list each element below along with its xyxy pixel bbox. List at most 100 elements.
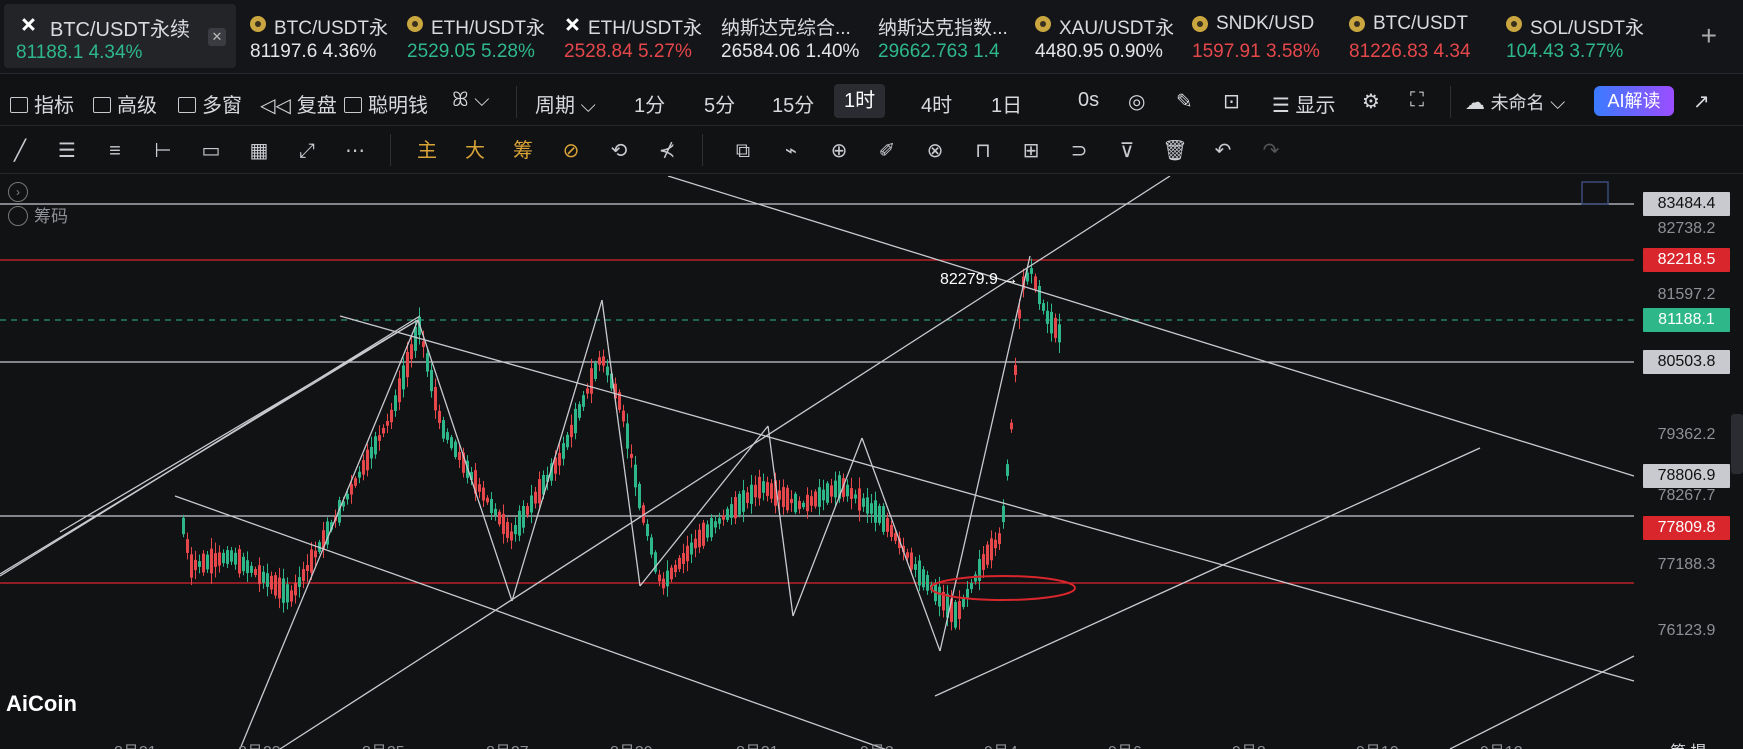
- candle-body: [974, 574, 977, 582]
- candle-body: [694, 538, 697, 549]
- candle-body: [578, 404, 581, 418]
- candle-body: [370, 446, 373, 459]
- filter-icon[interactable]: ⊽: [1114, 138, 1140, 164]
- indicators-button[interactable]: 指标: [10, 89, 74, 118]
- price-chart[interactable]: › 筹码 82279.9 → AiCoin 83484.4 82218.5 8118…: [0, 176, 1743, 749]
- share-icon[interactable]: ↗: [1693, 89, 1710, 114]
- ticker-tab[interactable]: ETH/USDT永 2528.84 5.27%: [560, 0, 717, 70]
- replay-button[interactable]: ◁◁ 复盘: [260, 89, 337, 118]
- chip-indicator-label[interactable]: 筹码: [8, 202, 68, 227]
- hide-drawings-icon[interactable]: ⊗: [922, 138, 948, 164]
- box-marker: [1581, 181, 1609, 205]
- ruler-icon[interactable]: ▦: [246, 138, 272, 164]
- interval-2[interactable]: 15分: [772, 89, 814, 118]
- candle-body: [830, 485, 833, 497]
- ticker-price: 81188.1 4.34%: [16, 42, 142, 64]
- trend-line-icon[interactable]: ╱: [7, 138, 33, 164]
- ticker-tab[interactable]: 纳斯达克综合... 26584.06 1.40%: [717, 0, 874, 70]
- ticker-tab[interactable]: SOL/USDT永 104.43 3.77%: [1502, 0, 1659, 70]
- undo-icon[interactable]: ↶: [1210, 138, 1236, 164]
- add-panel-icon[interactable]: ⊡: [1223, 89, 1240, 114]
- candle-body: [414, 326, 417, 351]
- candle-body: [270, 575, 273, 590]
- candle-body: [530, 495, 533, 513]
- zoom-in-icon[interactable]: ⊕: [826, 138, 852, 164]
- period-dropdown[interactable]: 周期 ⌵: [535, 89, 596, 118]
- interval-1[interactable]: 5分: [704, 89, 735, 118]
- interval-4[interactable]: 4时: [921, 89, 952, 118]
- parallel-lines-icon[interactable]: ☰: [54, 138, 80, 164]
- arrow-line-icon[interactable]: ⤢: [294, 138, 320, 164]
- ticker-name: BTC/USDT永: [274, 18, 389, 39]
- ticker-change: 4.36%: [322, 41, 377, 62]
- redo-icon[interactable]: ↷: [1258, 138, 1284, 164]
- ticker-price-value: 26584.06: [721, 41, 806, 62]
- date-label: 9月8: [1232, 738, 1266, 749]
- main-toggle[interactable]: 主: [414, 138, 440, 164]
- chips-toggle[interactable]: 筹: [510, 138, 536, 164]
- ticker-tab[interactable]: XAU/USDT永 4480.95 0.90%: [1031, 0, 1188, 70]
- rectangle-icon[interactable]: ▭: [198, 138, 224, 164]
- camera-icon[interactable]: ◎: [1128, 89, 1145, 114]
- trash-icon[interactable]: 🗑: [1162, 138, 1188, 164]
- more-tools-icon[interactable]: ⋯: [342, 138, 368, 164]
- interval-5[interactable]: 1日: [991, 89, 1022, 118]
- settings-icon[interactable]: ⚙: [1362, 89, 1380, 114]
- fullscreen-icon[interactable]: ⛶: [1410, 89, 1424, 112]
- candle-body: [258, 565, 261, 585]
- multi-window-button[interactable]: 多窗: [178, 89, 242, 118]
- candle-body: [222, 552, 225, 564]
- ticker-tab[interactable]: 纳斯达克指数... 29662.763 1.4: [874, 0, 1031, 70]
- chevron-down-icon: ⌵: [580, 95, 596, 117]
- display-button[interactable]: ☰ 显示: [1272, 89, 1336, 118]
- lock-icon[interactable]: ⊓: [970, 138, 996, 164]
- chart-canvas[interactable]: [0, 176, 1743, 749]
- ticker-tab[interactable]: BTC/USDT永 81197.6 4.36%: [246, 0, 403, 70]
- ticker-tab[interactable]: BTC/USDT 81226.83 4.34: [1345, 0, 1502, 70]
- sync-icon[interactable]: ⟲: [606, 138, 632, 164]
- candle-body: [734, 497, 737, 519]
- candle-body: [202, 553, 205, 573]
- candle-body: [582, 395, 585, 407]
- layout-dropdown[interactable]: ☁ 未命名 ⌵: [1465, 89, 1565, 115]
- add-tab-button[interactable]: +: [1701, 20, 1717, 52]
- measure-icon[interactable]: ⊀: [654, 138, 680, 164]
- highlight-ellipse: [930, 575, 1076, 601]
- x-icon: [20, 16, 36, 32]
- candle-body: [814, 491, 817, 507]
- pencil-icon[interactable]: ✎: [1176, 89, 1193, 114]
- candle-body: [742, 490, 745, 512]
- candles-icon: ꕤ ⌵: [452, 89, 490, 111]
- smart-money-button[interactable]: 聪明钱: [344, 89, 428, 118]
- ticker-tab[interactable]: SNDK/USD 1597.91 3.58%: [1188, 0, 1345, 70]
- ticker-price: 81197.6 4.36%: [250, 41, 376, 63]
- ticker-tab[interactable]: BTC/USDT永续 81188.1 4.34% ✕: [4, 4, 236, 68]
- eraser-icon[interactable]: ✐: [874, 138, 900, 164]
- gear-gold-icon[interactable]: ⊘: [558, 138, 584, 164]
- candle-body: [262, 571, 265, 583]
- candle-body: [794, 493, 797, 513]
- close-icon[interactable]: ✕: [208, 28, 226, 46]
- candle-body: [358, 471, 361, 478]
- candle-body: [498, 511, 501, 525]
- horizontal-lines-icon[interactable]: ≡: [102, 138, 128, 164]
- big-toggle[interactable]: 大: [462, 138, 488, 164]
- advanced-button[interactable]: 高级: [93, 89, 157, 118]
- interval-3[interactable]: 1时: [834, 84, 886, 118]
- candle-body: [958, 600, 961, 620]
- ticker-price: 29662.763 1.4: [878, 41, 1000, 63]
- candle-body: [286, 584, 289, 603]
- expand-icon[interactable]: ›: [8, 182, 28, 202]
- chart-type-dropdown[interactable]: ꕤ ⌵: [452, 89, 489, 112]
- ruler-tool-icon[interactable]: ⌁: [778, 138, 804, 164]
- magnet-icon[interactable]: ⊃: [1066, 138, 1092, 164]
- edit-list-icon[interactable]: ⊞: [1018, 138, 1044, 164]
- ticker-tab[interactable]: ETH/USDT永 2529.05 5.28%: [403, 0, 560, 70]
- copy-icon[interactable]: ⧉: [730, 138, 756, 164]
- ai-interpret-button[interactable]: AI解读: [1594, 86, 1674, 116]
- interval-0[interactable]: 1分: [634, 89, 665, 118]
- candle-body: [434, 387, 437, 411]
- horizontal-line-icon[interactable]: ⊢: [150, 138, 176, 164]
- candle-body: [386, 421, 389, 426]
- scroll-handle[interactable]: [1731, 414, 1743, 474]
